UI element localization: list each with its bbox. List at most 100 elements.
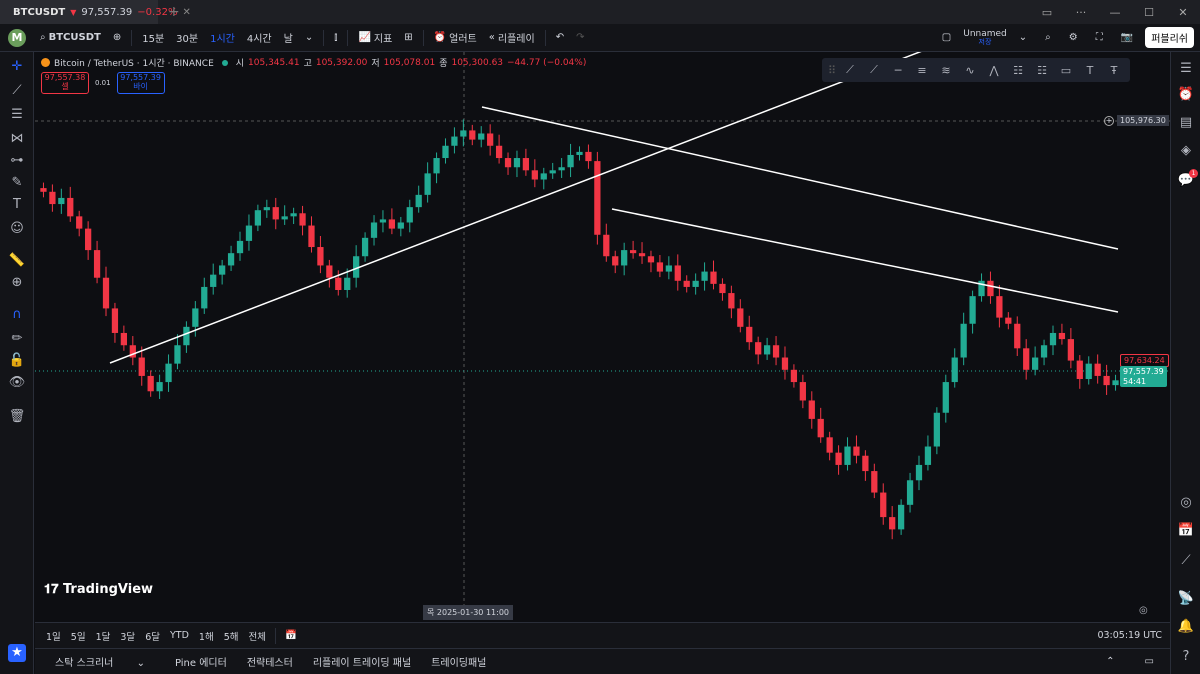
goto-date-icon[interactable]: ◎ [1139, 605, 1148, 616]
interval-1d[interactable]: 날 [278, 30, 299, 45]
range-1m[interactable]: 1달 [91, 629, 116, 643]
buy-button[interactable]: 97,557.39 바이 [116, 72, 165, 94]
range-all[interactable]: 전체 [244, 629, 271, 643]
interval-1h[interactable]: 1시간 [204, 30, 241, 45]
pitchfork-icon[interactable]: ⋈ [8, 130, 26, 148]
utc-clock[interactable]: 03:05:19 UTC [1097, 630, 1162, 641]
browser-tab[interactable]: BTCUSDT ▼ 97,557.39 −0.32% ✕ [0, 0, 191, 24]
ray-tool-icon[interactable]: ⟋ [862, 63, 886, 77]
magnet-icon[interactable]: ∩ [8, 306, 26, 324]
compare-icon[interactable]: ⊕ [107, 32, 127, 43]
layers-icon[interactable]: ◈ [1177, 142, 1195, 160]
range-ytd[interactable]: YTD [165, 630, 194, 641]
maximize-panel-icon[interactable]: ▭ [1135, 656, 1164, 667]
range-1y[interactable]: 1해 [194, 629, 219, 643]
trendline-icon[interactable]: ⟋ [8, 82, 26, 100]
buy-label: 바이 [133, 82, 148, 91]
range-5y[interactable]: 5해 [219, 629, 244, 643]
brush-icon[interactable]: ✎ [8, 174, 26, 192]
indicators-button[interactable]: 📈 지표 [352, 30, 398, 45]
layout-chevron-icon[interactable]: ⌄ [1013, 32, 1033, 43]
undo-icon[interactable]: ↶ [550, 32, 570, 43]
pattern-icon[interactable]: ⋀ [982, 64, 1006, 77]
range-1d[interactable]: 1일 [41, 629, 66, 643]
maximize-icon[interactable]: ☐ [1132, 6, 1166, 19]
date-range-icon[interactable]: 📅 [280, 630, 302, 641]
calendar-icon[interactable]: 📅 [1177, 522, 1195, 540]
chart-pattern-icon[interactable]: ⟋ [1177, 552, 1195, 570]
horizontal-lines-icon[interactable]: ☰ [8, 106, 26, 124]
fib-ext-icon[interactable]: ☷ [1030, 64, 1054, 77]
tab-pine-editor[interactable]: Pine 에디터 [165, 654, 237, 669]
interval-4h[interactable]: 4시간 [241, 30, 278, 45]
templates-icon[interactable]: ⊞ [398, 32, 418, 43]
tab-trading-panel[interactable]: 트레이딩패널 [421, 654, 496, 669]
watchlist-icon[interactable]: ☰ [1177, 60, 1195, 78]
interval-15m[interactable]: 15분 [136, 30, 170, 45]
chat-icon[interactable]: 💬 1 [1177, 169, 1198, 190]
horizontal-ray-icon[interactable]: ─ [886, 64, 910, 77]
zoom-in-icon[interactable]: ⊕ [8, 274, 26, 292]
symbol-search[interactable]: ⌕ BTCUSDT [34, 32, 107, 43]
signal-icon[interactable]: 📡 [1177, 590, 1195, 608]
candle-type-icon[interactable]: ⫾ [328, 32, 343, 43]
new-tab-icon[interactable]: + [158, 4, 190, 20]
range-5d[interactable]: 5일 [66, 629, 91, 643]
text-tool-icon[interactable]: T [1078, 64, 1102, 77]
zigzag-icon[interactable]: ∿ [958, 64, 982, 77]
fib-retrace-icon[interactable]: ☷ [1006, 64, 1030, 77]
ruler-icon[interactable]: 📏 [8, 252, 26, 270]
camera-icon[interactable]: 📷 [1115, 32, 1139, 43]
tradingview-logo[interactable]: 𝟏𝟕 TradingView [44, 582, 153, 597]
favorites-star-icon[interactable]: ★ [8, 644, 26, 662]
alert-button[interactable]: ⏰ 얼러트 [428, 30, 483, 45]
interval-dropdown-chevron-icon[interactable]: ⌄ [299, 32, 319, 43]
lock-icon[interactable]: 🔓 [8, 352, 26, 370]
redo-icon[interactable]: ↷ [570, 32, 590, 43]
add-alert-plus-icon[interactable]: + [1104, 115, 1114, 126]
layout-name-button[interactable]: Unnamed 저장 [963, 29, 1007, 46]
tab-stock-screener[interactable]: 스탁 스크리너 ⌄ [35, 654, 165, 669]
tab-stock-screener-label: 스탁 스크리너 [55, 658, 114, 669]
drag-handle-icon[interactable]: ⠿ [826, 64, 838, 77]
minimize-icon[interactable]: — [1098, 6, 1132, 19]
range-3m[interactable]: 3달 [115, 629, 140, 643]
bottom-panel-tabs: 스탁 스크리너 ⌄ Pine 에디터 전략테스터 리플레이 트레이딩 패널 트레… [35, 648, 1170, 674]
help-icon[interactable]: ? [1177, 648, 1195, 666]
sell-button[interactable]: 97,557.38 셀 [41, 72, 89, 94]
collapse-panel-chevron-icon[interactable]: ⌃ [1096, 656, 1124, 667]
quick-search-icon[interactable]: ⌕ [1039, 32, 1057, 43]
tab-replay-trading[interactable]: 리플레이 트레이딩 패널 [303, 654, 421, 669]
settings-gear-icon[interactable]: ⚙ [1063, 32, 1084, 43]
tab-strategy-tester[interactable]: 전략테스터 [237, 654, 303, 669]
target-icon[interactable]: ◎ [1177, 494, 1195, 512]
interval-30m[interactable]: 30분 [170, 30, 204, 45]
lock-drawings-pencil-icon[interactable]: ✏ [8, 330, 26, 348]
range-6m[interactable]: 6달 [140, 629, 165, 643]
fullscreen-icon[interactable]: ⛶ [1090, 32, 1109, 43]
news-icon[interactable]: ▤ [1177, 114, 1195, 132]
text-anchored-icon[interactable]: Ŧ [1102, 64, 1126, 77]
bell-icon[interactable]: 🔔 [1177, 618, 1195, 636]
candle-body [549, 170, 556, 174]
avatar[interactable]: M [8, 28, 26, 47]
layout-toggle-icon[interactable]: ▢ [936, 32, 957, 43]
emoji-icon[interactable]: ☺ [8, 220, 26, 238]
alerts-clock-icon[interactable]: ⏰ [1177, 86, 1195, 104]
fib-icon[interactable]: ⊶ [8, 152, 26, 170]
regression-icon[interactable]: ≋ [934, 64, 958, 77]
menu-icon[interactable]: ··· [1064, 6, 1098, 19]
trend-line-tool-icon[interactable]: ⟋ [838, 63, 862, 77]
layout-icon[interactable]: ▭ [1030, 6, 1064, 19]
price-chart[interactable]: Bitcoin / TetherUS · 1시간 · BINANCE 시 105,… [35, 52, 1170, 622]
replay-button[interactable]: « 리플레이 [483, 30, 541, 45]
text-icon[interactable]: T [8, 196, 26, 214]
window-close-icon[interactable]: ✕ [1166, 6, 1200, 19]
candle-body [835, 452, 842, 465]
crosshair-icon[interactable]: ✛ [8, 58, 26, 76]
parallel-channel-icon[interactable]: ≡ [910, 64, 934, 77]
eye-icon[interactable]: 👁 [8, 374, 26, 392]
trash-icon[interactable]: 🗑 [8, 408, 26, 426]
publish-button[interactable]: 퍼블리쉬 [1145, 27, 1194, 48]
rectangle-icon[interactable]: ▭ [1054, 64, 1078, 77]
